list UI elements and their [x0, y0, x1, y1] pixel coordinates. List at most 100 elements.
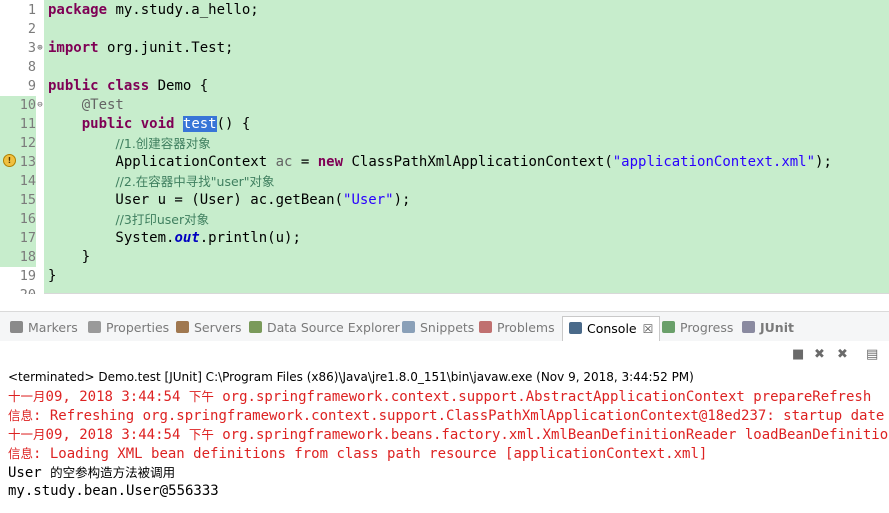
tab-properties[interactable]: Properties [88, 319, 169, 337]
line-number: 8 [0, 58, 36, 77]
code-token: = [292, 154, 318, 170]
remove-launch-icon[interactable]: ✖ [814, 348, 825, 361]
console-text: 信息 [8, 408, 34, 423]
code-text[interactable]: @Test [48, 96, 124, 115]
console-text: 09, 2018 3:44:54 [45, 427, 189, 443]
code-line[interactable]: 19} [0, 267, 889, 286]
line-number: 18 [0, 248, 36, 267]
code-text[interactable]: //1.创建容器对象 [48, 134, 210, 154]
code-token: } [48, 249, 91, 265]
tab-console[interactable]: Console ☒ [562, 316, 661, 341]
code-line[interactable]: 8 [0, 58, 889, 77]
console-text: User [8, 465, 51, 481]
code-line[interactable]: 14 //2.在容器中寻找"user"对象 [0, 172, 889, 191]
console-status-line: <terminated> Demo.test [JUnit] C:\Progra… [8, 370, 694, 384]
clear-console-icon[interactable]: ▤ [866, 348, 878, 361]
console-text: 09, 2018 3:44:54 [45, 389, 189, 405]
tab-problems[interactable]: Problems [479, 319, 555, 337]
servers-icon [176, 321, 189, 333]
console-text: 下午 [188, 427, 214, 442]
tab-label: Properties [106, 320, 170, 335]
code-line[interactable]: 1 package my.study.a_hello; [0, 1, 889, 20]
tab-junit[interactable]: JUnit [742, 319, 794, 337]
code-text[interactable]: System.out.println(u); [48, 229, 300, 248]
junit-icon [742, 321, 755, 333]
expand-fold-icon[interactable]: ⊕ [36, 39, 44, 58]
code-token: System. [48, 230, 175, 246]
code-token: public [48, 78, 99, 94]
code-text[interactable]: User u = (User) ac.getBean("User"); [48, 191, 410, 210]
close-tab-icon[interactable]: ☒ [643, 322, 654, 336]
collapse-fold-icon[interactable]: ⊖ [36, 96, 44, 115]
code-token: ); [815, 154, 832, 170]
code-text[interactable]: //3打印user对象 [48, 210, 209, 230]
tab-markers[interactable]: Markers [10, 319, 78, 337]
tab-servers[interactable]: Servers [176, 319, 242, 337]
code-line[interactable]: 13 ApplicationContext ac = new ClassPath… [0, 153, 889, 172]
code-token: User u = (User) ac.getBean( [48, 192, 344, 208]
code-text[interactable]: } [48, 248, 90, 267]
code-token: out [174, 230, 200, 246]
console-text: 信息 [8, 446, 34, 461]
line-number: 17 [0, 229, 36, 248]
code-editor[interactable]: 1 package my.study.a_hello; 2 3 ⊕ import org.… [0, 0, 889, 294]
tab-label: Markers [28, 320, 78, 335]
line-number: 11 [0, 115, 36, 134]
terminate-icon[interactable]: ■ [792, 348, 804, 361]
code-line[interactable]: 3 ⊕ import org.junit.Test; [0, 39, 889, 58]
code-text[interactable]: package my.study.a_hello; [48, 1, 259, 20]
line-number: 19 [0, 267, 36, 286]
code-line[interactable]: 17 System.out.println(u); [0, 229, 889, 248]
code-text[interactable]: //2.在容器中寻找"user"对象 [48, 172, 275, 192]
problems-icon [479, 321, 492, 333]
code-text[interactable]: import org.junit.Test; [48, 39, 233, 58]
code-token: package [48, 2, 108, 18]
code-text[interactable]: } [48, 267, 56, 286]
tab-label: Progress [680, 320, 734, 335]
console-line: my.study.bean.User@556333 [8, 482, 219, 501]
code-text[interactable]: ApplicationContext ac = new ClassPathXml… [48, 153, 832, 172]
selected-token: test [182, 116, 217, 132]
code-token: ClassPathXmlApplicationContext( [343, 154, 613, 170]
code-line[interactable]: 18 } [0, 248, 889, 267]
code-line[interactable]: 2 [0, 20, 889, 39]
console-line: 信息: Refreshing org.springframework.conte… [8, 406, 884, 425]
database-icon [249, 321, 262, 333]
tab-progress[interactable]: Progress [662, 319, 733, 337]
console-text: 的空参构造方法被调用 [50, 465, 176, 480]
tab-label: Console [587, 321, 637, 336]
tab-data-source-explorer[interactable]: Data Source Explorer [249, 319, 400, 337]
console-text: : Loading XML bean definitions from clas… [33, 446, 708, 462]
tab-snippets[interactable]: Snippets [402, 319, 474, 337]
tab-label: Servers [194, 320, 242, 335]
tab-label: Snippets [420, 320, 475, 335]
code-line[interactable]: 10 ⊖ @Test [0, 96, 889, 115]
horizontal-scrollbar[interactable]: ◀ [44, 293, 889, 294]
console-text: : Refreshing org.springframework.context… [33, 408, 885, 424]
code-token: //2.在容器中寻找"user"对象 [115, 174, 275, 189]
code-line[interactable]: 15 User u = (User) ac.getBean("User"); [0, 191, 889, 210]
code-line[interactable]: 11 public void test() { [0, 115, 889, 134]
code-token: "applicationContext.xml" [612, 154, 816, 170]
code-token: import [48, 40, 99, 56]
code-token: //3打印user对象 [115, 212, 210, 227]
console-line: 十一月09, 2018 3:44:54 下午 org.springframewo… [8, 387, 871, 406]
code-token: class [107, 78, 150, 94]
remove-all-terminated-icon[interactable]: ✖ [837, 348, 848, 361]
line-number: 15 [0, 191, 36, 210]
warning-lightbulb-icon[interactable]: ! [3, 154, 16, 167]
code-line[interactable]: 16 //3打印user对象 [0, 210, 889, 229]
code-line[interactable]: 12 //1.创建容器对象 [0, 134, 889, 153]
code-line[interactable]: 9 public class Demo { [0, 77, 889, 96]
console-text: my.study.bean.User@556333 [8, 483, 219, 499]
code-token: "User" [343, 192, 394, 208]
code-token: public [81, 116, 133, 132]
code-text[interactable]: public class Demo { [48, 77, 208, 96]
code-text[interactable]: public void test() { [48, 115, 250, 134]
